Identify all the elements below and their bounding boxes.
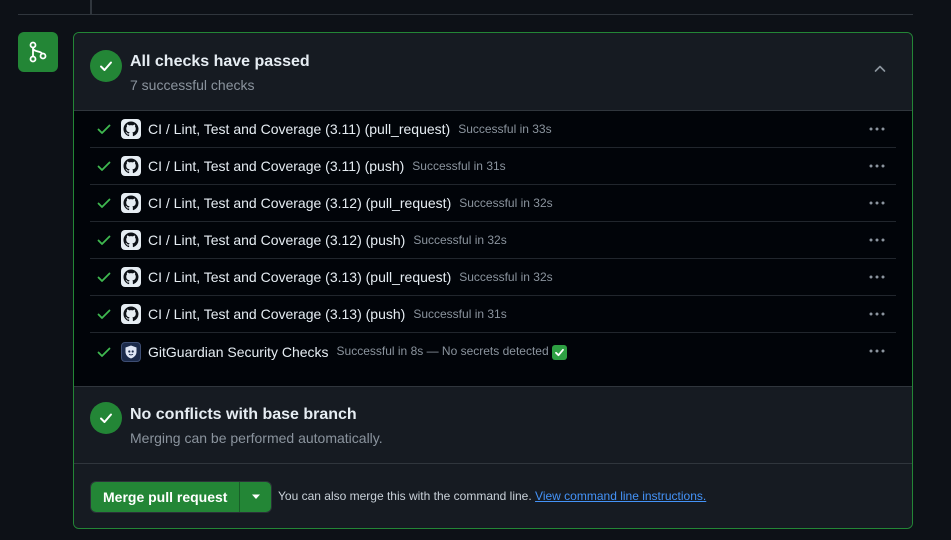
chevron-up-icon[interactable] (872, 61, 888, 77)
merge-note-text: You can also merge this with the command… (278, 489, 532, 503)
check-row[interactable]: CI / Lint, Test and Coverage (3.11) (pul… (90, 111, 896, 148)
check-status: Successful in 31s (413, 307, 507, 321)
checks-summary[interactable]: All checks have passed 7 successful chec… (74, 33, 912, 111)
github-icon (121, 230, 141, 250)
triangle-down-icon (251, 494, 260, 499)
check-name: GitGuardian Security Checks (148, 343, 329, 360)
check-name: CI / Lint, Test and Coverage (3.13) (pus… (148, 306, 406, 322)
merge-button-group: Merge pull request (90, 481, 273, 513)
merge-actions: Merge pull request You can also merge th… (74, 464, 912, 528)
github-icon (121, 156, 141, 176)
check-row[interactable]: CI / Lint, Test and Coverage (3.13) (pul… (90, 259, 896, 296)
check-icon (97, 124, 111, 134)
merge-box: All checks have passed 7 successful chec… (73, 32, 913, 529)
check-name: CI / Lint, Test and Coverage (3.12) (pus… (148, 232, 406, 248)
gitguardian-icon (121, 341, 141, 362)
check-icon (97, 161, 111, 171)
github-icon (121, 119, 141, 139)
command-line-instructions-link[interactable]: View command line instructions. (535, 489, 706, 503)
checks-summary-subtitle: 7 successful checks (130, 77, 255, 93)
conflicts-section: No conflicts with base branch Merging ca… (74, 387, 912, 464)
check-icon (97, 347, 111, 357)
white-check-mark-emoji-icon (551, 344, 567, 360)
check-status: Successful in 32s (459, 270, 553, 284)
check-row[interactable]: CI / Lint, Test and Coverage (3.12) (pul… (90, 185, 896, 222)
kebab-horizontal-icon[interactable] (868, 232, 886, 248)
git-merge-icon (18, 32, 58, 72)
check-name: CI / Lint, Test and Coverage (3.13) (pul… (148, 269, 452, 285)
check-status: Successful in 31s (412, 159, 506, 173)
merge-note: You can also merge this with the command… (278, 489, 706, 503)
kebab-horizontal-icon[interactable] (868, 343, 886, 359)
timeline-line (90, 0, 92, 14)
check-row[interactable]: CI / Lint, Test and Coverage (3.11) (pus… (90, 148, 896, 185)
check-icon (97, 272, 111, 282)
checks-summary-title: All checks have passed (130, 53, 310, 70)
kebab-horizontal-icon[interactable] (868, 158, 886, 174)
check-status: Successful in 8s — No secrets detected (337, 344, 567, 360)
conflicts-subtitle: Merging can be performed automatically. (130, 430, 383, 446)
merge-options-dropdown[interactable] (239, 482, 272, 512)
check-icon (97, 198, 111, 208)
merge-pull-request-button[interactable]: Merge pull request (91, 482, 240, 512)
kebab-horizontal-icon[interactable] (868, 121, 886, 137)
check-status: Successful in 33s (458, 122, 552, 136)
check-row[interactable]: CI / Lint, Test and Coverage (3.12) (pus… (90, 222, 896, 259)
check-row[interactable]: GitGuardian Security Checks Successful i… (90, 333, 896, 370)
conflicts-title: No conflicts with base branch (130, 406, 357, 423)
check-circle-icon (90, 402, 122, 434)
check-circle-icon (90, 50, 122, 82)
kebab-horizontal-icon[interactable] (868, 306, 886, 322)
check-row[interactable]: CI / Lint, Test and Coverage (3.13) (pus… (90, 296, 896, 333)
kebab-horizontal-icon[interactable] (868, 195, 886, 211)
github-icon (121, 267, 141, 287)
check-name: CI / Lint, Test and Coverage (3.11) (pul… (148, 121, 451, 137)
divider (18, 14, 913, 15)
pr-merge-box-page: All checks have passed 7 successful chec… (0, 0, 951, 540)
github-icon (121, 193, 141, 213)
check-icon (97, 309, 111, 319)
kebab-horizontal-icon[interactable] (868, 269, 886, 285)
check-icon (97, 235, 111, 245)
check-status: Successful in 32s (459, 196, 553, 210)
check-status: Successful in 32s (413, 233, 507, 247)
check-status-text: Successful in 8s — No secrets detected (336, 343, 549, 358)
check-name: CI / Lint, Test and Coverage (3.12) (pul… (148, 195, 452, 211)
github-icon (121, 304, 141, 324)
checks-list: CI / Lint, Test and Coverage (3.11) (pul… (74, 111, 912, 387)
check-name: CI / Lint, Test and Coverage (3.11) (pus… (148, 158, 405, 174)
